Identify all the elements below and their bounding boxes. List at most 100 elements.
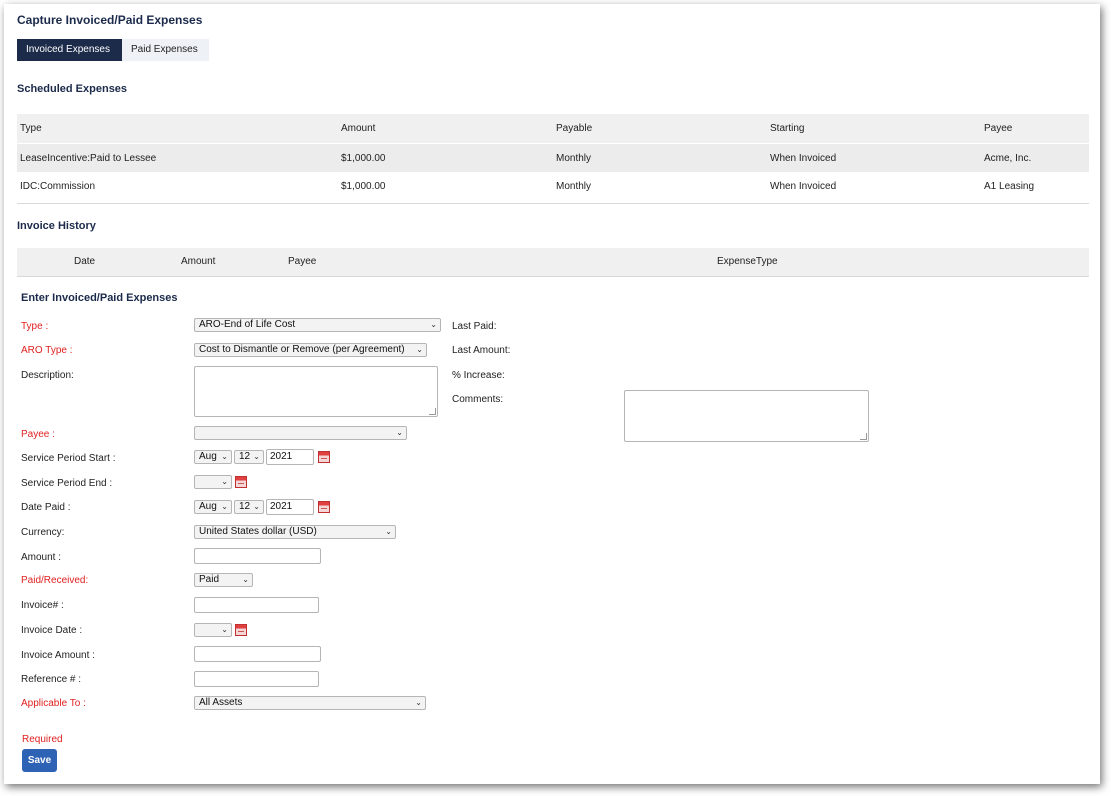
chevron-down-icon: ⌄ xyxy=(396,428,403,437)
invoice-amount-label: Invoice Amount : xyxy=(21,650,95,661)
col-payable: Payable xyxy=(556,123,593,134)
row-amount: $1,000.00 xyxy=(341,153,386,164)
aro-type-select-value: Cost to Dismantle or Remove (per Agreeme… xyxy=(199,344,405,355)
history-table-bottom xyxy=(17,276,1089,277)
chevron-down-icon: ⌄ xyxy=(253,502,260,511)
row-amount: $1,000.00 xyxy=(341,181,386,191)
applicable-to-value: All Assets xyxy=(199,697,243,708)
invoice-date-label: Invoice Date : xyxy=(21,625,83,636)
service-start-label: Service Period Start : xyxy=(21,453,116,464)
date-paid-day-select[interactable]: 12 ⌄ xyxy=(234,500,264,514)
service-start-year-input[interactable]: 2021 xyxy=(266,449,314,465)
col-amount: Amount xyxy=(341,123,376,134)
payee-label: Payee : xyxy=(21,429,55,440)
chevron-down-icon: ⌄ xyxy=(221,452,228,461)
page-title: Capture Invoiced/Paid Expenses xyxy=(17,13,203,27)
scheduled-table-bottom xyxy=(17,203,1089,204)
col-type: Type xyxy=(20,123,42,134)
tab-invoiced-expenses[interactable]: Invoiced Expenses xyxy=(17,39,122,61)
service-start-year: 2021 xyxy=(270,451,293,462)
currency-label: Currency: xyxy=(21,527,65,538)
service-end-label: Service Period End : xyxy=(21,478,113,489)
service-start-day-select[interactable]: 12 ⌄ xyxy=(234,450,264,464)
row-payable: Monthly xyxy=(556,181,592,191)
form-title: Enter Invoiced/Paid Expenses xyxy=(21,292,178,304)
chevron-down-icon: ⌄ xyxy=(221,625,228,634)
date-paid-month: Aug xyxy=(199,501,217,512)
chevron-down-icon: ⌄ xyxy=(253,452,260,461)
description-textarea[interactable] xyxy=(194,366,438,417)
date-paid-year-input[interactable]: 2021 xyxy=(266,499,314,515)
row-starting: When Invoiced xyxy=(770,153,837,164)
date-paid-year: 2021 xyxy=(270,501,293,512)
paid-received-value: Paid xyxy=(199,574,220,585)
description-label: Description: xyxy=(21,370,74,381)
required-note: Required xyxy=(22,734,63,745)
paid-received-select[interactable]: Paid ⌄ xyxy=(194,573,253,587)
history-table-header xyxy=(17,248,1089,276)
chevron-down-icon: ⌄ xyxy=(430,320,437,329)
reference-input[interactable] xyxy=(194,671,319,687)
last-paid-label: Last Paid: xyxy=(452,321,497,332)
service-start-month-select[interactable]: Aug ⌄ xyxy=(194,450,232,464)
invoice-date-select[interactable]: ⌄ xyxy=(194,623,232,637)
amount-input[interactable] xyxy=(194,548,321,564)
row-type: IDC:Commission xyxy=(20,181,96,191)
amount-label: Amount : xyxy=(21,552,62,563)
date-paid-day: 12 xyxy=(239,501,251,512)
reference-label: Reference # : xyxy=(21,674,82,685)
col-date: Date xyxy=(74,256,96,267)
col-payee: Payee xyxy=(984,123,1013,134)
calendar-icon[interactable] xyxy=(318,451,330,463)
aro-type-select[interactable]: Cost to Dismantle or Remove (per Agreeme… xyxy=(194,343,427,357)
type-select-value: ARO-End of Life Cost xyxy=(199,319,296,330)
scheduled-table-header xyxy=(17,114,1089,143)
chevron-down-icon: ⌄ xyxy=(416,345,423,354)
currency-select[interactable]: United States dollar (USD) ⌄ xyxy=(194,525,396,539)
comments-label: Comments: xyxy=(452,394,504,405)
col-payee: Payee xyxy=(288,256,317,267)
comments-textarea[interactable] xyxy=(624,390,869,442)
aro-type-label: ARO Type : xyxy=(21,345,73,356)
date-paid-label: Date Paid : xyxy=(21,502,71,513)
chevron-down-icon: ⌄ xyxy=(385,527,392,536)
calendar-icon[interactable] xyxy=(235,624,247,636)
chevron-down-icon: ⌄ xyxy=(221,477,228,486)
row-payee: A1 Leasing xyxy=(984,181,1035,191)
chevron-down-icon: ⌄ xyxy=(242,575,249,584)
calendar-icon[interactable] xyxy=(318,501,330,513)
type-label: Type : xyxy=(21,321,49,332)
last-amount-label: Last Amount: xyxy=(452,345,511,356)
invoice-history-title: Invoice History xyxy=(17,220,96,232)
row-starting: When Invoiced xyxy=(770,181,837,191)
increase-label: % Increase: xyxy=(452,370,505,381)
invoice-number-label: Invoice# : xyxy=(21,600,64,611)
row-type: LeaseIncentive:Paid to Lessee xyxy=(20,153,157,164)
save-button[interactable]: Save xyxy=(22,749,57,772)
service-end-select[interactable]: ⌄ xyxy=(194,475,232,489)
tab-paid-expenses[interactable]: Paid Expenses xyxy=(122,39,209,61)
row-payable: Monthly xyxy=(556,153,592,164)
invoice-number-input[interactable] xyxy=(194,597,319,613)
invoice-amount-input[interactable] xyxy=(194,646,321,662)
date-paid-month-select[interactable]: Aug ⌄ xyxy=(194,500,232,514)
col-starting: Starting xyxy=(770,123,805,134)
page-frame: Capture Invoiced/Paid Expenses Invoiced … xyxy=(4,4,1100,784)
table-row[interactable]: IDC:Commission $1,000.00 Monthly When In… xyxy=(17,173,1089,191)
currency-select-value: United States dollar (USD) xyxy=(199,526,317,537)
resize-grip-icon[interactable] xyxy=(860,433,867,440)
table-row[interactable] xyxy=(17,144,1089,172)
resize-grip-icon[interactable] xyxy=(429,408,436,415)
applicable-to-label: Applicable To : xyxy=(21,698,86,709)
type-select[interactable]: ARO-End of Life Cost ⌄ xyxy=(194,318,441,332)
calendar-icon[interactable] xyxy=(235,476,247,488)
chevron-down-icon: ⌄ xyxy=(221,502,228,511)
col-amount: Amount xyxy=(181,256,216,267)
applicable-to-select[interactable]: All Assets ⌄ xyxy=(194,696,426,710)
service-start-day: 12 xyxy=(239,451,251,462)
chevron-down-icon: ⌄ xyxy=(415,698,422,707)
row-payee: Acme, Inc. xyxy=(984,153,1032,164)
payee-select[interactable]: ⌄ xyxy=(194,426,407,440)
scheduled-expenses-title: Scheduled Expenses xyxy=(17,83,128,95)
service-start-month: Aug xyxy=(199,451,217,462)
